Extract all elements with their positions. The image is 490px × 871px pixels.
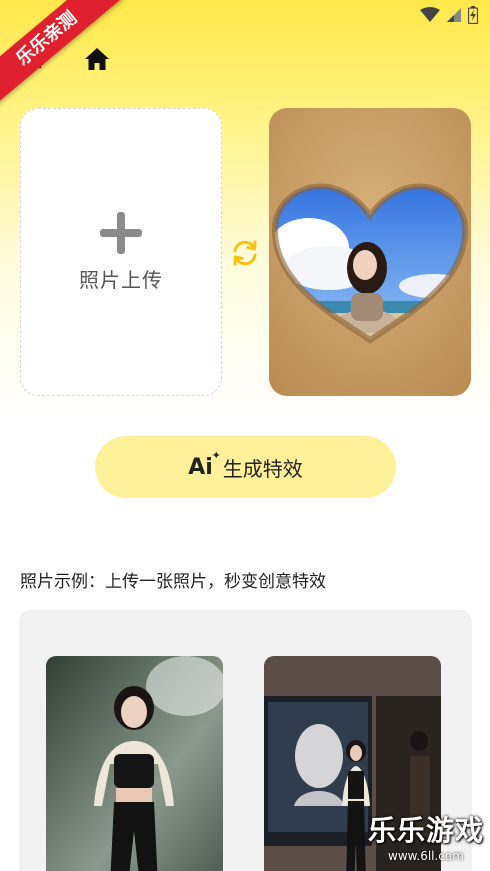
- battery-icon: [468, 6, 478, 24]
- generate-effect-button[interactable]: Ai ✦ 生成特效: [95, 436, 396, 498]
- heart-sand-picture: [269, 108, 471, 396]
- effect-preview-image: [269, 108, 471, 396]
- generate-label: 生成特效: [222, 456, 303, 481]
- watermark-main: 乐乐游戏: [367, 814, 484, 847]
- upload-label: 照片上传: [79, 267, 163, 292]
- watermark-url: www.6ll.com: [388, 849, 464, 863]
- swap-icon[interactable]: [229, 237, 261, 269]
- wifi-icon: [420, 7, 440, 22]
- plus-icon: [100, 211, 142, 254]
- watermark: 乐乐游戏 www.6ll.com: [368, 809, 484, 863]
- examples-title: 照片示例：上传一张照片，秒变创意特效: [20, 572, 326, 592]
- sparkle-icon: ✦: [211, 448, 221, 462]
- example-image-1[interactable]: [46, 656, 223, 871]
- example-photo-portrait: [46, 656, 223, 871]
- photo-upload-button[interactable]: 照片上传: [20, 108, 222, 396]
- home-icon[interactable]: [84, 46, 110, 72]
- ai-icon: Ai ✦: [188, 449, 221, 480]
- status-icons: [420, 6, 478, 24]
- ai-text: Ai: [188, 454, 213, 480]
- signal-icon: [447, 8, 461, 22]
